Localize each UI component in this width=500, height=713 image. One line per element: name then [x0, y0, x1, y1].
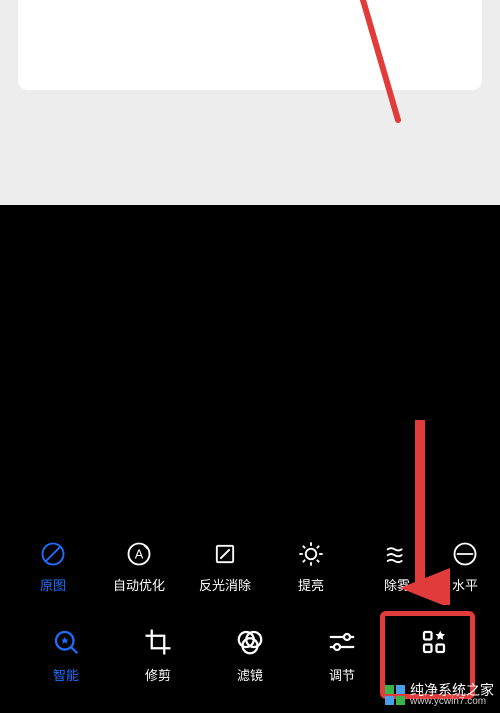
- svg-text:A: A: [135, 546, 144, 561]
- edit-item-auto-optimize[interactable]: A 自动优化: [96, 539, 182, 594]
- nav-item-label: 调节: [329, 665, 355, 684]
- nav-item-label: 修剪: [145, 665, 171, 684]
- nav-item-crop[interactable]: 修剪: [112, 627, 204, 684]
- watermark-name: 纯净系统之家: [410, 683, 494, 697]
- smart-magnify-icon: [51, 627, 81, 657]
- adjust-icon: [327, 627, 357, 657]
- edit-item-label: 自动优化: [113, 575, 165, 594]
- edit-item-label: 原图: [40, 575, 66, 594]
- filter-icon: [235, 627, 265, 657]
- edit-item-label: 除雾: [384, 575, 410, 594]
- edit-item-label: 水平: [452, 575, 478, 594]
- brighten-icon: [296, 539, 326, 569]
- glare-remove-icon: [210, 539, 240, 569]
- dehaze-icon: [382, 539, 412, 569]
- nav-item-smart[interactable]: 智能: [20, 627, 112, 684]
- watermark-url: www.ycwin7.com: [410, 697, 494, 707]
- edit-item-label: 反光消除: [199, 575, 251, 594]
- image-card: [18, 0, 482, 90]
- nav-item-label: 滤镜: [237, 665, 263, 684]
- grid-icon: [419, 627, 449, 657]
- nav-item-label: 智能: [53, 665, 79, 684]
- edit-item-level[interactable]: 水平: [440, 539, 490, 594]
- bottom-nav-row: 智能 修剪 滤镜 调节 更多: [0, 619, 500, 691]
- nav-item-more[interactable]: 更多: [388, 627, 480, 684]
- crop-icon: [143, 627, 173, 657]
- edit-item-brighten[interactable]: 提亮: [268, 539, 354, 594]
- prohibit-icon: [38, 539, 68, 569]
- watermark: 纯净系统之家 www.ycwin7.com: [384, 683, 494, 707]
- auto-optimize-icon: A: [124, 539, 154, 569]
- edit-tools-row: 原图 A 自动优化 反光消除 提亮 除雾 水平: [0, 531, 500, 601]
- watermark-logo-icon: [384, 684, 406, 706]
- edit-item-dehaze[interactable]: 除雾: [354, 539, 440, 594]
- nav-item-adjust[interactable]: 调节: [296, 627, 388, 684]
- level-icon: [450, 539, 480, 569]
- edit-item-original[interactable]: 原图: [10, 539, 96, 594]
- preview-area: [0, 0, 500, 205]
- nav-item-filter[interactable]: 滤镜: [204, 627, 296, 684]
- edit-item-label: 提亮: [298, 575, 324, 594]
- edit-item-glare-remove[interactable]: 反光消除: [182, 539, 268, 594]
